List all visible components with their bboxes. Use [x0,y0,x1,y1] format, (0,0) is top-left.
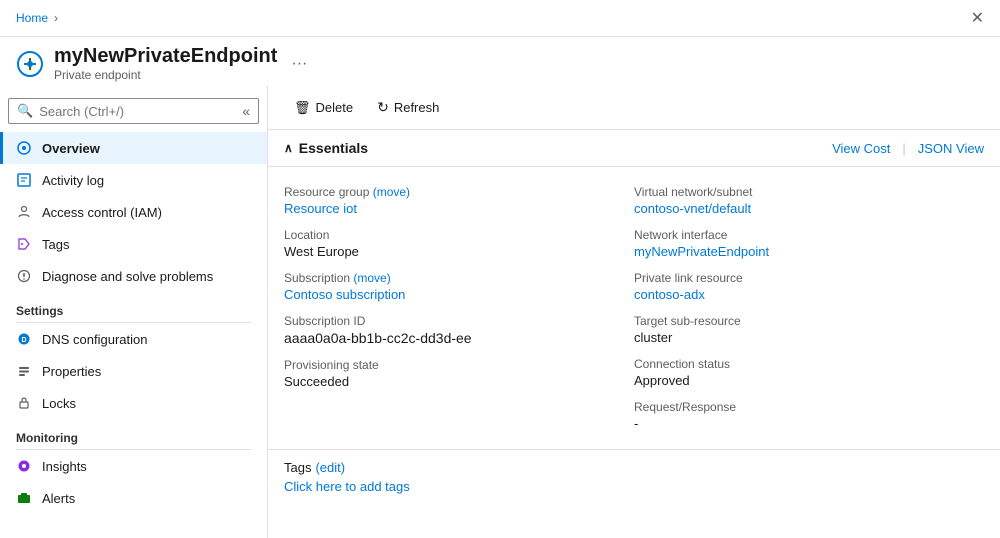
insights-icon [16,458,32,474]
essentials-header: Essentials View Cost | JSON View [268,130,1000,167]
settings-section-label: Settings [0,292,267,322]
field-resource-group: Resource group (move) Resource iot [284,179,634,222]
title-bar: myNewPrivateEndpoint Private endpoint ··… [0,37,1000,86]
top-bar: Home › ✕ [0,0,1000,37]
subscription-move-link[interactable]: (move) [353,271,390,285]
svg-text:D: D [21,337,26,344]
title-text: myNewPrivateEndpoint Private endpoint [54,45,277,82]
sidebar-item-tags[interactable]: Tags [0,228,267,260]
search-box[interactable]: 🔍 « [8,98,259,124]
nic-link[interactable]: myNewPrivateEndpoint [634,244,769,259]
close-button[interactable]: ✕ [971,8,984,28]
tags-edit-link[interactable]: (edit) [315,460,345,475]
field-target-subresource: Target sub-resource cluster [634,308,984,351]
essentials-left: Resource group (move) Resource iot Locat… [284,179,634,437]
tags-section: Tags (edit) Click here to add tags [268,449,1000,504]
refresh-icon [377,99,389,116]
view-cost-link[interactable]: View Cost [832,141,890,156]
refresh-label: Refresh [394,100,440,115]
breadcrumb-separator: › [54,11,58,25]
refresh-button[interactable]: Refresh [367,94,449,121]
resource-group-move-link[interactable]: (move) [373,185,410,199]
sidebar-item-locks[interactable]: Locks [0,387,267,419]
field-connection-status: Connection status Approved [634,351,984,394]
field-subscription-id: Subscription ID aaaa0a0a-bb1b-cc2c-dd3d-… [284,308,634,352]
chevron-up-icon [284,141,293,155]
field-request-response: Request/Response - [634,394,984,437]
delete-button[interactable]: Delete [284,94,363,121]
private-link-resource-link[interactable]: contoso-adx [634,287,705,302]
vnet-link[interactable]: contoso-vnet/default [634,201,751,216]
essentials-grid: Resource group (move) Resource iot Locat… [268,167,1000,449]
provisioning-state-value: Succeeded [284,374,634,389]
monitoring-section-label: Monitoring [0,419,267,449]
tags-icon [16,236,32,252]
delete-label: Delete [316,100,354,115]
field-private-link: Private link resource contoso-adx [634,265,984,308]
sidebar-label-insights: Insights [42,459,87,474]
content-area: Delete Refresh Essentials View Cost | JS… [268,86,1000,538]
sidebar-item-diagnose[interactable]: Diagnose and solve problems [0,260,267,292]
essentials-collapse-button[interactable]: Essentials [284,140,368,156]
sidebar-label-tags: Tags [42,237,69,252]
location-value: West Europe [284,244,634,259]
collapse-button[interactable]: « [242,103,250,119]
sidebar-label-overview: Overview [42,141,100,156]
sidebar-item-insights[interactable]: Insights [0,450,267,482]
iam-icon [16,204,32,220]
overview-icon [16,140,32,156]
tags-row: Tags (edit) [284,460,984,475]
resource-type: Private endpoint [54,68,277,82]
target-subresource-value: cluster [634,330,984,345]
sidebar-item-properties[interactable]: Properties [0,355,267,387]
search-icon: 🔍 [17,103,33,119]
alerts-icon [16,490,32,506]
json-view-link[interactable]: JSON View [918,141,984,156]
more-options-button[interactable]: ··· [291,55,307,73]
request-response-value: - [634,416,984,431]
tags-label: Tags [284,460,311,475]
field-location: Location West Europe [284,222,634,265]
dns-icon: D [16,331,32,347]
subscription-link[interactable]: Contoso subscription [284,287,405,302]
resource-group-link[interactable]: Resource [284,201,340,216]
essentials-right: Virtual network/subnet contoso-vnet/defa… [634,179,984,437]
field-virtual-network: Virtual network/subnet contoso-vnet/defa… [634,179,984,222]
essentials-actions: View Cost | JSON View [832,141,984,156]
sidebar-item-alerts[interactable]: Alerts [0,482,267,514]
diagnose-icon [16,268,32,284]
resource-icon [16,50,44,78]
add-tags-link[interactable]: Click here to add tags [284,479,410,494]
resource-group-iot-link[interactable]: iot [343,201,357,216]
sidebar-label-activity-log: Activity log [42,173,104,188]
locks-icon [16,395,32,411]
sidebar-item-iam[interactable]: Access control (IAM) [0,196,267,228]
sidebar-label-alerts: Alerts [42,491,75,506]
sidebar-label-diagnose: Diagnose and solve problems [42,269,213,284]
field-network-interface: Network interface myNewPrivateEndpoint [634,222,984,265]
search-input[interactable] [39,104,236,119]
delete-icon [294,99,311,116]
sidebar-label-locks: Locks [42,396,76,411]
field-subscription: Subscription (move) Contoso subscription [284,265,634,308]
activity-log-icon [16,172,32,188]
properties-icon [16,363,32,379]
sidebar-item-dns[interactable]: D DNS configuration [0,323,267,355]
sidebar-label-dns: DNS configuration [42,332,148,347]
sidebar-label-iam: Access control (IAM) [42,205,162,220]
field-provisioning-state: Provisioning state Succeeded [284,352,634,395]
resource-name: myNewPrivateEndpoint [54,45,277,68]
subscription-id-value: aaaa0a0a-bb1b-cc2c-dd3d-ee [284,330,634,346]
breadcrumb: Home › [16,11,58,25]
connection-status-value: Approved [634,373,984,388]
main-area: 🔍 « Overview Activity log Access control… [0,86,1000,538]
essentials-title-label: Essentials [299,140,368,156]
essentials-divider: | [902,141,905,156]
toolbar: Delete Refresh [268,86,1000,130]
sidebar-item-activity-log[interactable]: Activity log [0,164,267,196]
sidebar-label-properties: Properties [42,364,101,379]
sidebar-item-overview[interactable]: Overview [0,132,267,164]
home-link[interactable]: Home [16,11,48,25]
sidebar: 🔍 « Overview Activity log Access control… [0,86,268,538]
